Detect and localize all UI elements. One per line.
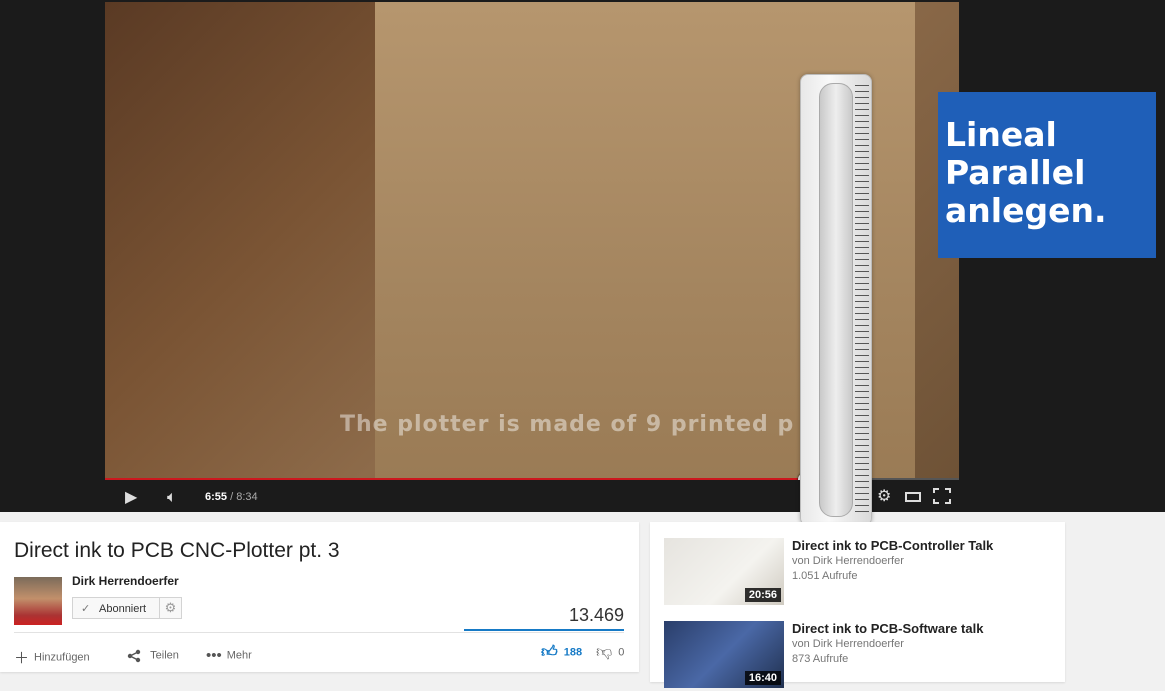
- recommended-list: 20:56 Direct ink to PCB-Controller Talk …: [650, 522, 1065, 688]
- volume-icon[interactable]: 🔈︎: [167, 489, 177, 507]
- thumbs-up-icon: 👍︎: [541, 644, 558, 661]
- plus-icon: ＋: [14, 650, 30, 667]
- video-annotation[interactable]: Lineal Parallel anlegen.: [938, 92, 1156, 258]
- ruler-track: [819, 83, 853, 517]
- ruler-overlay: [800, 74, 872, 526]
- video-subtitle: The plotter is made of 9 printed p: [340, 412, 795, 437]
- divider: [14, 632, 624, 633]
- avatar[interactable]: [14, 577, 62, 625]
- recommended-title[interactable]: Direct ink to PCB-Controller Talk: [792, 538, 993, 553]
- recommended-views: 1.051 Aufrufe: [792, 570, 858, 582]
- play-icon[interactable]: ▶: [125, 489, 137, 507]
- video-duration: 16:40: [744, 671, 781, 685]
- subscribe-label: Abonniert: [99, 603, 147, 615]
- check-icon: ✓: [81, 603, 91, 615]
- dislike-button[interactable]: 👎︎ 0: [596, 643, 624, 662]
- dislike-count: 0: [618, 646, 625, 659]
- ruler-ticks: [855, 85, 869, 515]
- fullscreen-icon[interactable]: [933, 488, 951, 509]
- share-button[interactable]: Teilen: [127, 647, 179, 664]
- gear-icon: ⚙: [164, 600, 177, 615]
- more-label: Mehr: [226, 649, 252, 662]
- time-display: 6:55 / 8:34: [205, 491, 258, 503]
- subscribe-button[interactable]: ✓ Abonniert: [72, 597, 160, 619]
- video-title: Direct ink to PCB CNC-Plotter pt. 3: [14, 539, 340, 562]
- video-info-card: Direct ink to PCB CNC-Plotter pt. 3 Dirk…: [0, 522, 639, 672]
- share-icon: [127, 647, 145, 664]
- like-button[interactable]: 👍︎ 188: [541, 643, 582, 662]
- annotation-text: Lineal Parallel anlegen.: [945, 115, 1107, 230]
- theater-icon[interactable]: [905, 490, 921, 508]
- like-count: 188: [563, 646, 583, 659]
- subscription-settings-button[interactable]: ⚙: [160, 597, 182, 619]
- sentiment-bar: [464, 629, 624, 631]
- view-count: 13.469: [568, 605, 624, 625]
- add-to-label: Hinzufügen: [34, 651, 90, 664]
- video-thumbnail[interactable]: 20:56: [664, 538, 784, 605]
- video-duration: 20:56: [744, 588, 781, 602]
- duration: 8:34: [236, 491, 258, 503]
- more-icon: •••: [206, 647, 222, 664]
- channel-name[interactable]: Dirk Herrendoerfer: [72, 574, 179, 588]
- thumbs-down-icon: 👎︎: [596, 644, 613, 661]
- recommended-item[interactable]: 20:56 Direct ink to PCB-Controller Talk …: [664, 538, 1064, 608]
- recommended-channel: von Dirk Herrendoerfer: [792, 555, 904, 567]
- share-label: Teilen: [150, 649, 179, 662]
- video-player[interactable]: The plotter is made of 9 printed p Linea…: [0, 0, 1165, 526]
- add-to-button[interactable]: ＋ Hinzufügen: [14, 647, 90, 668]
- gear-icon[interactable]: ⚙: [877, 488, 891, 506]
- recommended-item[interactable]: 16:40 Direct ink to PCB-Software talk vo…: [664, 621, 1064, 691]
- recommended-channel: von Dirk Herrendoerfer: [792, 638, 904, 650]
- current-time: 6:55: [205, 491, 228, 503]
- recommended-title[interactable]: Direct ink to PCB-Software talk: [792, 621, 983, 636]
- more-button[interactable]: ••• Mehr: [206, 647, 252, 664]
- recommended-views: 873 Aufrufe: [792, 653, 849, 665]
